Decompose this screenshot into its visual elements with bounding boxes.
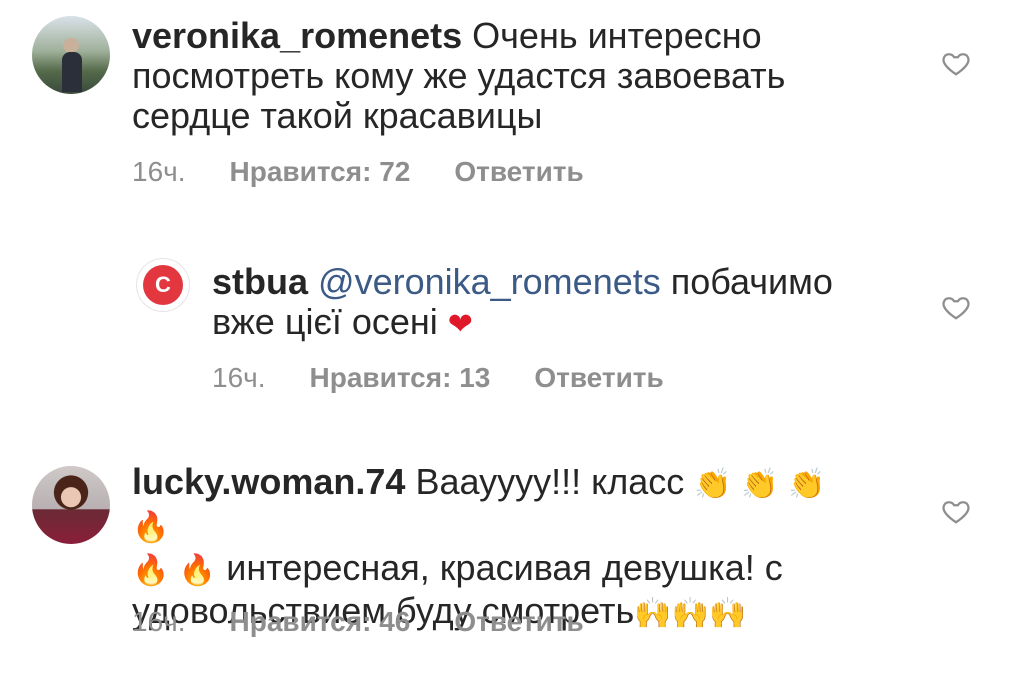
stb-logo-icon: C (143, 265, 183, 305)
comment-body-part1: Ваауууу!!! класс (405, 461, 685, 502)
likes-count[interactable]: Нравится: 72 (230, 156, 411, 188)
heart-outline-icon[interactable] (941, 496, 971, 526)
red-heart-icon: ❤ (447, 307, 473, 342)
comment-time: 16ч. (132, 606, 186, 637)
username-link[interactable]: lucky.woman.74 (132, 461, 405, 502)
likes-count[interactable]: Нравится: 46 (230, 606, 411, 638)
username-link[interactable]: veronika_romenets (132, 15, 462, 56)
comment-time: 16ч. (212, 362, 266, 393)
heart-outline-icon[interactable] (941, 292, 971, 322)
raised-hands-emoji: 🙌🙌🙌 (634, 596, 747, 631)
heart-outline-icon[interactable] (941, 48, 971, 78)
comment-meta: 16ч. Нравится: 72 Ответить (132, 156, 584, 188)
comment-text: stbua @veronika_romenets побачимо вже ці… (212, 262, 852, 345)
mention-link[interactable]: @veronika_romenets (318, 261, 661, 302)
avatar-stbua[interactable]: C (136, 258, 190, 312)
comment-meta: 16ч. Нравится: 46 Ответить (132, 606, 584, 638)
comment-time: 16ч. (132, 156, 186, 187)
avatar-lucky-woman[interactable] (32, 466, 110, 544)
reply-button[interactable]: Ответить (454, 606, 583, 638)
reply-button[interactable]: Ответить (454, 156, 583, 188)
comment-text: veronika_romenets Очень интересно посмот… (132, 16, 832, 136)
fire-emoji: 🔥 🔥 (132, 553, 217, 588)
username-link[interactable]: stbua (212, 261, 308, 302)
likes-count[interactable]: Нравится: 13 (310, 362, 491, 394)
comment-meta: 16ч. Нравится: 13 Ответить (212, 362, 664, 394)
avatar-veronika[interactable] (32, 16, 110, 94)
reply-button[interactable]: Ответить (534, 362, 663, 394)
